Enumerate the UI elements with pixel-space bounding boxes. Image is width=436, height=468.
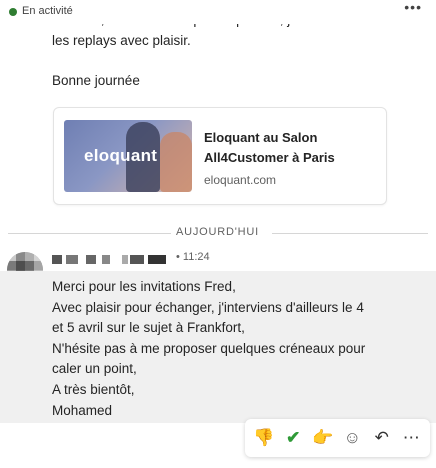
message-line: les replays avec plaisir.	[52, 33, 191, 48]
message-line: et 5 avril sur le sujet à Frankfort,	[52, 320, 245, 336]
message-line: Merci pour les invitations Fred,	[52, 279, 236, 294]
message-body: Merci pour les invitations Fred, Avec pl…	[52, 277, 422, 421]
message-line: A très bientôt,	[52, 381, 135, 397]
reply-icon[interactable]: ↶	[369, 425, 395, 451]
thumbs-down-icon[interactable]: 👎	[251, 425, 277, 451]
date-divider: AUJOURD'HUI	[176, 226, 260, 238]
divider-line	[272, 233, 428, 234]
divider-line	[8, 233, 171, 234]
message-line: Avec plaisir pour échanger, j'interviens…	[52, 299, 364, 315]
message-line: caler un point,	[52, 361, 137, 377]
presence-dot-icon	[9, 8, 17, 16]
link-preview-title[interactable]: Eloquant au Salon All4Customer à Paris	[204, 128, 380, 168]
pointing-icon[interactable]: 👉	[310, 425, 336, 451]
more-options-button[interactable]: •••	[404, 0, 422, 14]
status-bar: En activité •••	[0, 0, 436, 24]
check-icon[interactable]: ✔	[280, 425, 306, 451]
link-preview-image: eloquant	[64, 120, 192, 192]
more-icon[interactable]: ⋯	[398, 425, 424, 451]
link-preview-domain: eloquant.com	[204, 173, 277, 187]
eloquant-logo: eloquant	[84, 146, 158, 165]
link-preview-card[interactable]: eloquant Eloquant au Salon All4Customer …	[53, 107, 387, 205]
reaction-toolbar: 👎 ✔ 👉 ☺ ↶ ⋯	[245, 419, 430, 457]
message-timestamp: • 11:24	[176, 251, 210, 263]
message-line: N'hésite pas à me proposer quelques crén…	[52, 340, 366, 356]
smiley-add-icon[interactable]: ☺	[339, 425, 365, 451]
message-line: Bonne journée	[52, 73, 140, 88]
presence-status: En activité	[22, 5, 73, 17]
